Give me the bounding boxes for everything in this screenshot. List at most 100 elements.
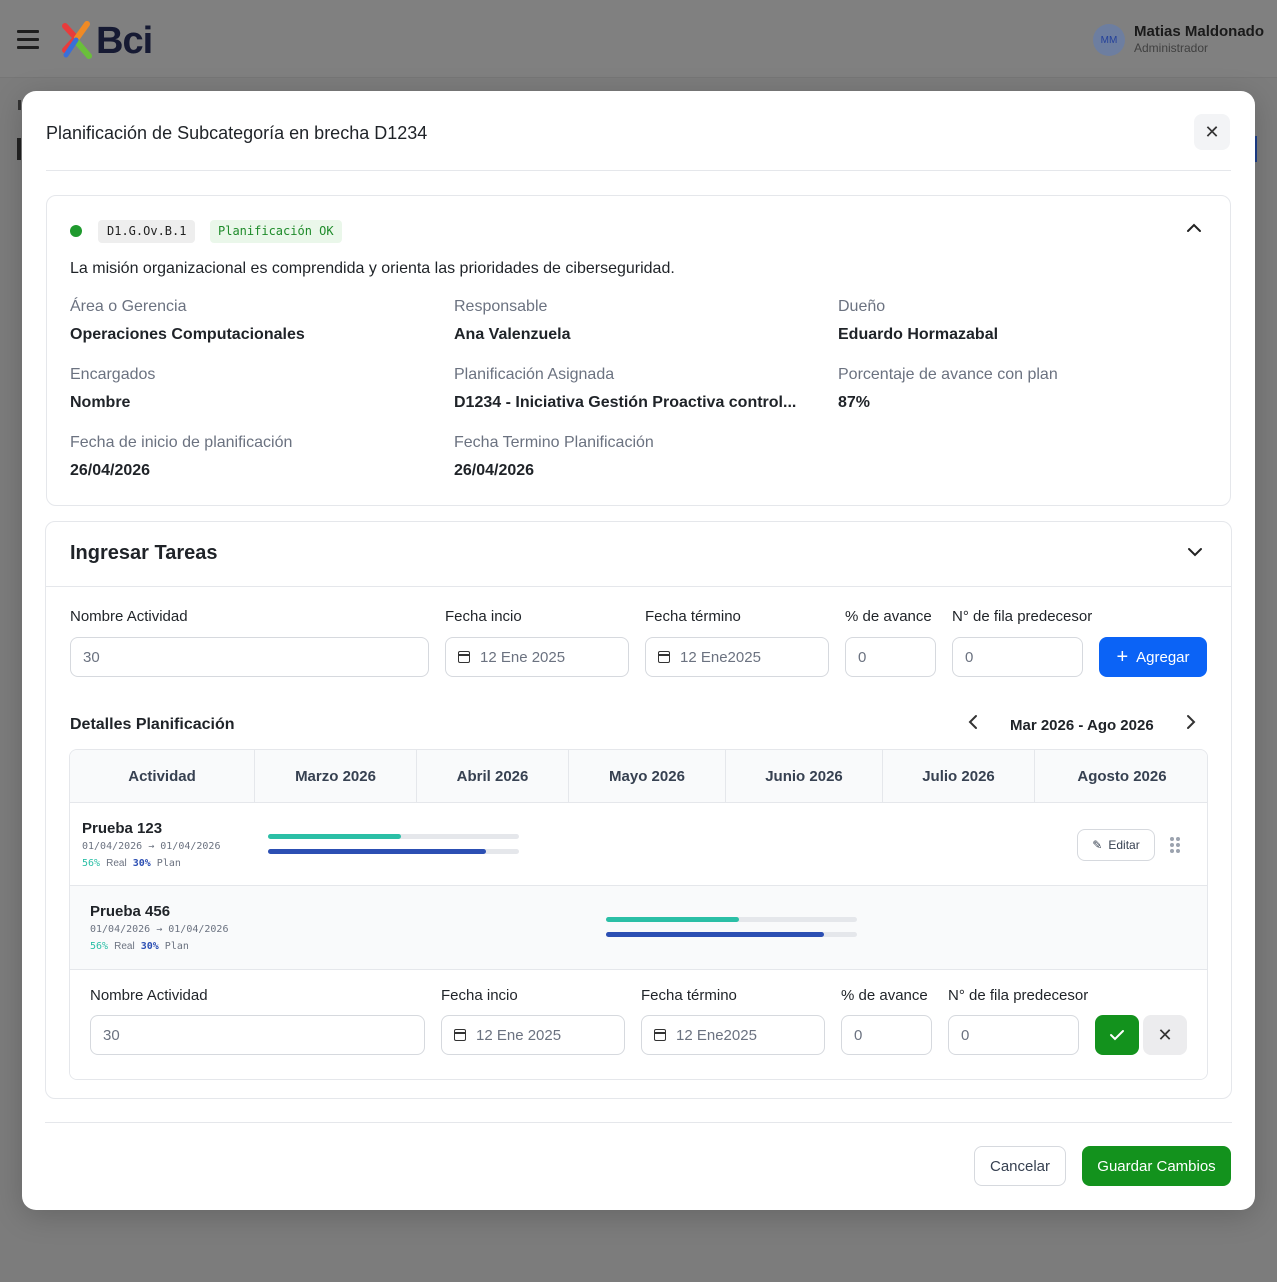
task-name: Prueba 123 (82, 820, 163, 837)
inline-progress-input[interactable]: 0 (841, 1015, 932, 1055)
table-row: Prueba 123 01/04/2026 → 01/04/2026 56% R… (70, 803, 1207, 886)
column-header-month: Agosto 2026 (1077, 768, 1167, 785)
details-title: Detalles Planificación (70, 716, 235, 733)
real-progress-bar (606, 917, 740, 922)
cancel-button[interactable]: Cancelar (974, 1146, 1066, 1186)
collapse-button[interactable] (1186, 220, 1202, 238)
subcategory-code-badge: D1.G.Ov.B.1 (98, 220, 196, 243)
logo-mark-icon (62, 21, 92, 59)
progress-input[interactable]: 0 (845, 637, 936, 677)
next-range-button[interactable] (1186, 714, 1196, 735)
save-button[interactable]: Guardar Cambios (1082, 1146, 1231, 1186)
column-header-month: Mayo 2026 (569, 750, 726, 803)
end-date-value: 12 Ene2025 (680, 648, 761, 666)
divider (45, 1122, 1232, 1123)
close-button[interactable]: ✕ (1194, 114, 1230, 150)
task-percentages: 56% Real 30% Plan (90, 941, 189, 952)
brand-logo: Bci (62, 20, 153, 62)
inline-activity-name-input[interactable]: 30 (90, 1015, 425, 1055)
predecessor-input[interactable]: 0 (952, 637, 1083, 677)
inline-end-date-input[interactable]: 12 Ene2025 (641, 1015, 825, 1055)
plan-percentage: 30% (140, 941, 159, 952)
inline-predecessor-value: 0 (961, 1026, 970, 1044)
previous-range-button[interactable] (968, 714, 978, 735)
chevron-right-icon (1187, 715, 1196, 729)
plan-label: Plan (156, 858, 181, 869)
field-label-assignees: Encargados (70, 366, 156, 383)
status-dot (70, 225, 82, 237)
plan-label: Plan (164, 941, 189, 952)
real-progress-track (606, 917, 857, 922)
inline-predecessor-label: N° de fila predecesor (948, 987, 1089, 1004)
edit-label: Editar (1108, 838, 1140, 852)
progress-label: % de avance (845, 608, 932, 625)
start-date-input[interactable]: 12 Ene 2025 (445, 637, 629, 677)
modal-title: Planificación de Subcategoría en brecha … (46, 123, 428, 143)
plan-progress-bar (268, 849, 487, 854)
inline-edit-row: Nombre Actividad 30 Fecha incio 12 Ene 2… (70, 970, 1207, 1079)
field-value-responsible: Ana Valenzuela (454, 326, 571, 343)
task-dates: 01/04/2026 → 01/04/2026 (90, 924, 229, 935)
plus-icon: + (1116, 646, 1129, 668)
field-value-end-date: 26/04/2026 (454, 462, 535, 479)
subcategory-card: D1.G.Ov.B.1 Planificación OK La misión o… (46, 195, 1231, 506)
user-role: Administrador (1134, 41, 1209, 55)
inline-activity-name-label: Nombre Actividad (90, 987, 208, 1004)
edit-task-button[interactable]: ✎ Editar (1077, 829, 1155, 861)
tasks-card: Ingresar Tareas Nombre Actividad 30 Fech… (45, 521, 1232, 1099)
column-header-month: Abril 2026 (417, 750, 569, 803)
field-value-start-date: 26/04/2026 (70, 462, 151, 479)
inline-predecessor-input[interactable]: 0 (948, 1015, 1079, 1055)
activity-name-value: 30 (83, 648, 100, 666)
real-progress-track (268, 834, 519, 839)
real-percentage: 56% (90, 941, 109, 952)
drag-handle-icon[interactable] (1170, 837, 1180, 853)
field-value-area: Operaciones Computacionales (70, 326, 305, 343)
inline-start-date-input[interactable]: 12 Ene 2025 (441, 1015, 625, 1055)
expand-button[interactable] (1187, 544, 1203, 562)
task-name: Prueba 456 (90, 903, 171, 920)
activity-name-input[interactable]: 30 (70, 637, 429, 677)
gantt-header: Actividad Marzo 2026 Abril 2026 Mayo 202… (70, 750, 1207, 803)
cancel-edit-button[interactable]: ✕ (1143, 1015, 1187, 1055)
menu-icon[interactable] (17, 30, 39, 50)
real-progress-bar (268, 834, 402, 839)
start-date-value: 12 Ene 2025 (480, 648, 566, 666)
check-icon (1110, 1030, 1124, 1041)
field-value-assigned-plan: D1234 - Iniciativa Gestión Proactiva con… (454, 394, 797, 411)
column-header-month: Julio 2026 (883, 750, 1035, 803)
add-task-label: Agregar (1136, 648, 1190, 666)
column-header-month: Marzo 2026 (255, 750, 417, 803)
real-label: Real (114, 941, 135, 952)
field-value-owner: Eduardo Hormazabal (838, 326, 999, 343)
inline-start-date-value: 12 Ene 2025 (476, 1026, 562, 1044)
planning-modal: Planificación de Subcategoría en brecha … (22, 91, 1255, 1210)
field-value-progress: 87% (838, 394, 871, 411)
tasks-title: Ingresar Tareas (70, 542, 218, 564)
real-label: Real (106, 858, 127, 869)
calendar-icon (654, 1029, 666, 1041)
close-icon: ✕ (1204, 121, 1220, 142)
field-label-responsible: Responsable (454, 298, 548, 315)
user-name: Matias Maldonado (1134, 23, 1265, 40)
avatar[interactable]: MM (1093, 24, 1125, 56)
inline-end-date-value: 12 Ene2025 (676, 1026, 757, 1044)
task-dates: 01/04/2026 → 01/04/2026 (82, 841, 221, 852)
end-date-input[interactable]: 12 Ene2025 (645, 637, 829, 677)
activity-name-label: Nombre Actividad (70, 608, 188, 625)
calendar-icon (658, 651, 670, 663)
add-task-button[interactable]: + Agregar (1099, 637, 1207, 677)
inline-start-date-label: Fecha incio (441, 987, 518, 1004)
table-row: Prueba 456 01/04/2026 → 01/04/2026 56% R… (70, 886, 1207, 970)
close-icon: ✕ (1157, 1024, 1173, 1045)
task-percentages: 56% Real 30% Plan (82, 858, 181, 869)
logo-text: Bci (96, 20, 153, 62)
field-label-end-date: Fecha Termino Planificación (454, 434, 654, 451)
calendar-icon (454, 1029, 466, 1041)
calendar-icon (458, 651, 470, 663)
confirm-edit-button[interactable] (1095, 1015, 1139, 1055)
field-label-start-date: Fecha de inicio de planificación (70, 434, 293, 451)
start-date-label: Fecha incio (445, 608, 522, 625)
field-label-area: Área o Gerencia (70, 298, 187, 315)
end-date-label: Fecha término (645, 608, 741, 625)
